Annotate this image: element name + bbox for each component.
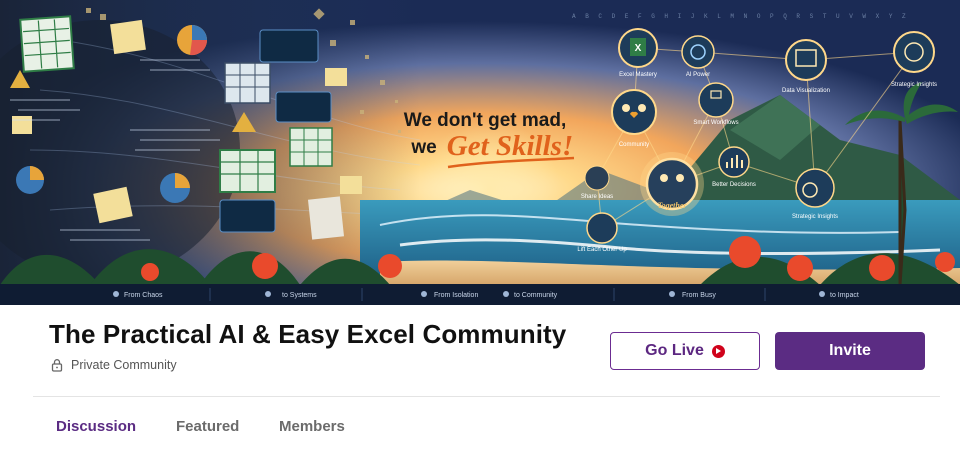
banner-headline-we: we: [410, 137, 436, 158]
together-node: Together: [640, 152, 704, 216]
privacy-status: Private Community: [50, 358, 177, 372]
go-live-label: Go Live: [645, 342, 704, 359]
privacy-label: Private Community: [71, 358, 177, 372]
pie-chart-icon: [160, 173, 190, 203]
svg-text:Smart Workflows: Smart Workflows: [693, 120, 738, 126]
svg-text:Strategic Insights: Strategic Insights: [792, 214, 838, 220]
banner-headline-line1: We don't get mad,: [404, 110, 567, 131]
cover-banner: X Excel Mastery AI Power Data Visualizat…: [0, 0, 960, 305]
invite-label: Invite: [829, 342, 871, 359]
svg-text:From Chaos: From Chaos: [124, 292, 163, 299]
community-header: The Practical AI & Easy Excel Community …: [0, 305, 960, 455]
svg-text:to Systems: to Systems: [282, 292, 317, 299]
record-icon: [711, 344, 725, 358]
svg-text:X: X: [635, 43, 642, 54]
divider: [33, 396, 940, 397]
svg-text:Excel Mastery: Excel Mastery: [619, 72, 657, 78]
svg-text:Data Visualization: Data Visualization: [782, 88, 830, 94]
pie-chart-icon: [177, 25, 208, 56]
spreadsheet-icon: [224, 62, 271, 104]
svg-text:Share Ideas: Share Ideas: [581, 194, 613, 200]
svg-text:Lift Each Other Up: Lift Each Other Up: [577, 247, 627, 253]
lock-icon: [50, 358, 64, 372]
svg-text:to Community: to Community: [514, 292, 558, 299]
svg-text:Community: Community: [619, 142, 649, 148]
spreadsheet-icon: [19, 15, 75, 73]
go-live-button[interactable]: Go Live: [610, 332, 760, 370]
invite-button[interactable]: Invite: [775, 332, 925, 370]
spreadsheet-icon: [289, 127, 333, 167]
community-title: The Practical AI & Easy Excel Community: [49, 319, 567, 349]
svg-text:to Impact: to Impact: [830, 292, 859, 299]
spreadsheet-icon: [219, 149, 276, 193]
tab-discussion[interactable]: Discussion: [56, 418, 136, 435]
pie-chart-icon: [16, 166, 44, 194]
tab-featured[interactable]: Featured: [176, 418, 239, 435]
svg-text:Together: Together: [657, 201, 687, 210]
svg-text:From Busy: From Busy: [682, 292, 716, 299]
svg-text:AI Power: AI Power: [686, 72, 710, 78]
banner-headline-accent: Get Skills!: [447, 130, 574, 162]
svg-text:A B C D E F G H I J K L M N O: A B C D E F G H I J K L M N O P Q R S T …: [572, 13, 909, 20]
svg-text:Better Decisions: Better Decisions: [712, 182, 756, 188]
tab-members[interactable]: Members: [279, 418, 345, 435]
ai-power-node: AI Power: [681, 35, 715, 78]
community-tabs: Discussion Featured Members: [0, 410, 960, 446]
svg-text:Strategic Insights: Strategic Insights: [891, 82, 937, 88]
svg-text:From Isolation: From Isolation: [434, 292, 478, 299]
